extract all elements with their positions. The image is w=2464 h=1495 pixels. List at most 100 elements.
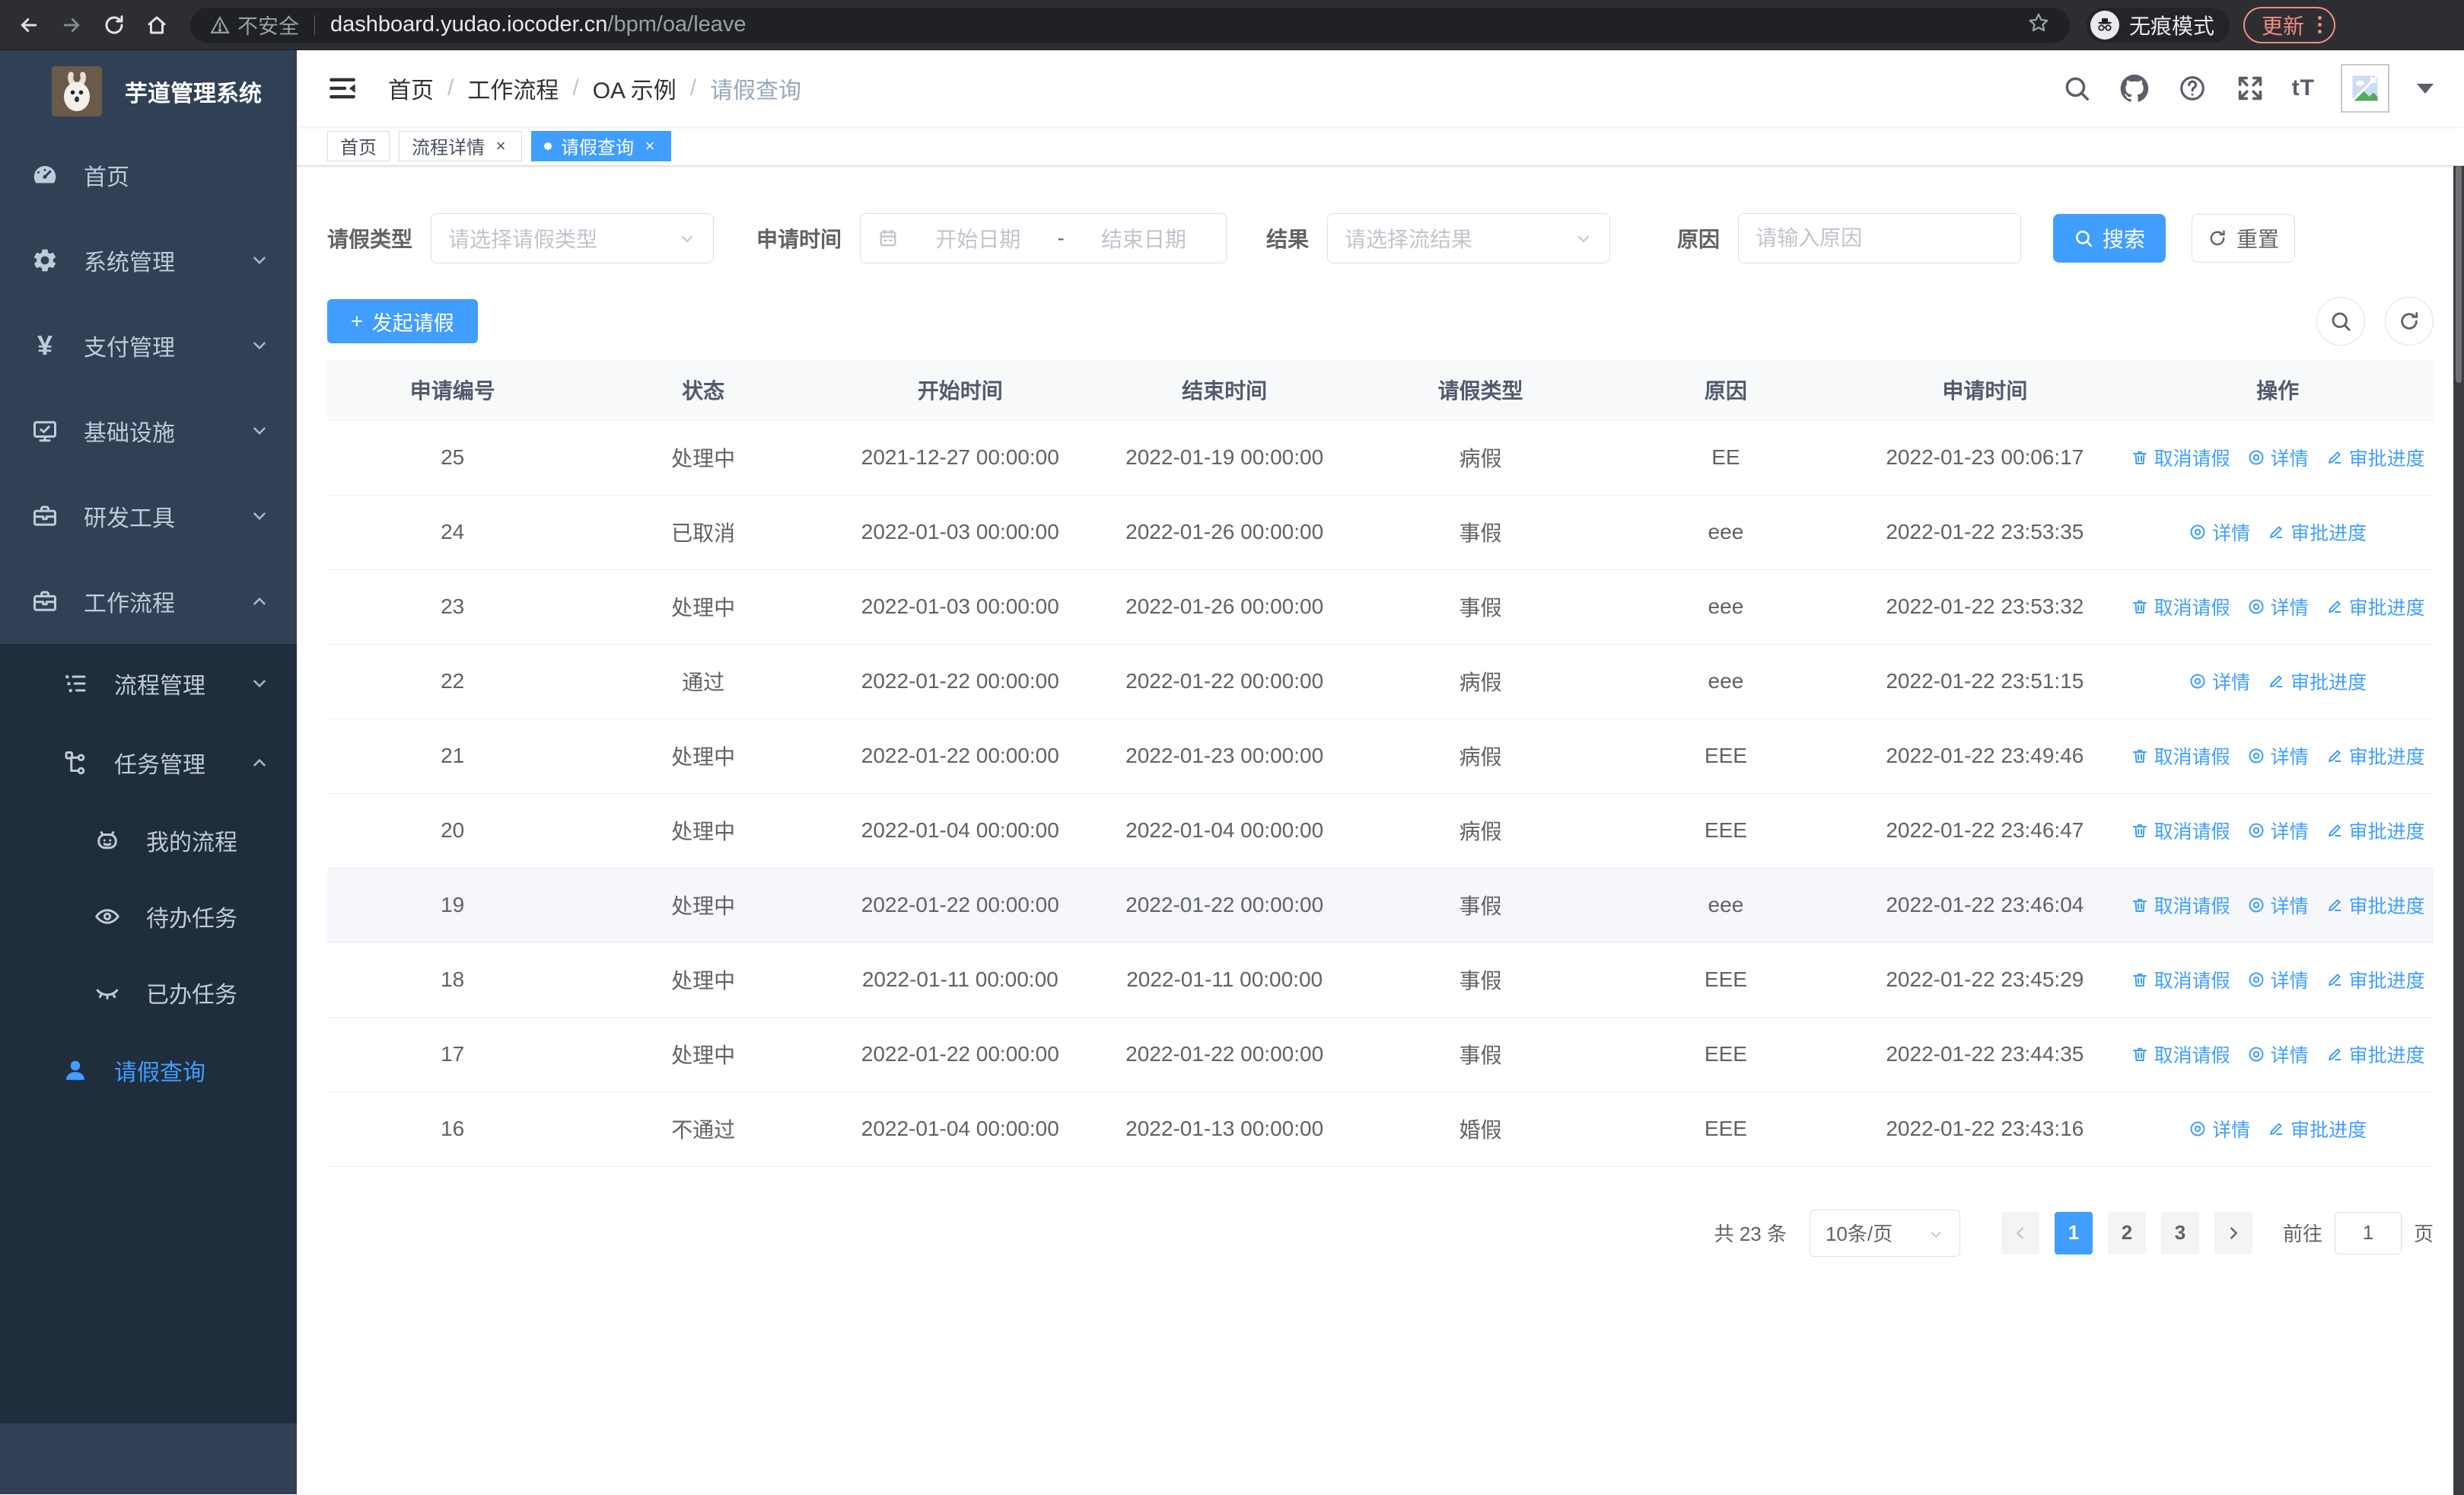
cancel-leave-link[interactable]: 取消请假 — [2131, 742, 2230, 770]
view-icon — [2190, 674, 2205, 689]
tab-process-detail[interactable]: 流程详情 × — [399, 130, 522, 161]
approval-progress-link[interactable]: 审批进度 — [2326, 593, 2425, 620]
sidebar-item-workflow[interactable]: 工作流程 — [0, 559, 297, 644]
back-icon[interactable] — [14, 10, 44, 40]
cell-id: 17 — [327, 1017, 578, 1092]
sidebar-item-label: 我的流程 — [146, 830, 237, 856]
approval-progress-label: 审批进度 — [2348, 448, 2425, 470]
detail-link[interactable]: 详情 — [2247, 891, 2309, 919]
breadcrumb-home[interactable]: 首页 — [388, 72, 434, 105]
page-button-1[interactable]: 1 — [2054, 1211, 2093, 1254]
not-secure-warning[interactable]: 不安全 — [210, 10, 299, 40]
tab-home[interactable]: 首页 — [327, 130, 390, 161]
detail-link[interactable]: 详情 — [2247, 966, 2309, 993]
toggle-search-button[interactable] — [2316, 297, 2365, 346]
leave-type-select[interactable]: 请选择请假类型 — [431, 213, 715, 263]
create-leave-button[interactable]: + 发起请假 — [327, 299, 478, 343]
sidebar-item-system[interactable]: 系统管理 — [0, 218, 297, 303]
search-icon[interactable] — [2061, 72, 2093, 104]
prev-page-button[interactable] — [2001, 1211, 2039, 1254]
sidebar-item-done-tasks[interactable]: 已办任务 — [0, 955, 297, 1031]
detail-link[interactable]: 详情 — [2189, 1115, 2250, 1143]
approval-progress-link[interactable]: 审批进度 — [2326, 891, 2425, 919]
bookmark-star-icon[interactable] — [2027, 11, 2050, 38]
detail-link[interactable]: 详情 — [2247, 1041, 2309, 1068]
sidebar-item-dev-tools[interactable]: 研发工具 — [0, 473, 297, 559]
page-button-2[interactable]: 2 — [2107, 1211, 2146, 1254]
breadcrumb-workflow[interactable]: 工作流程 — [467, 72, 559, 105]
page-button-3[interactable]: 3 — [2160, 1211, 2199, 1254]
sidebar-item-process-mgmt[interactable]: 流程管理 — [0, 644, 297, 723]
date-end-placeholder: 结束日期 — [1100, 228, 1186, 251]
apply-time-range-picker[interactable]: 开始日期 - 结束日期 — [860, 213, 1227, 263]
detail-label: 详情 — [2212, 523, 2251, 544]
leave-table: 申请编号 状态 开始时间 结束时间 请假类型 原因 申请时间 操作 25 处理中… — [327, 359, 2434, 1167]
browser-update-button[interactable]: 更新 — [2243, 6, 2336, 43]
monitor-icon — [30, 416, 59, 445]
tab-leave-query[interactable]: 请假查询 × — [531, 130, 671, 161]
cancel-leave-link[interactable]: 取消请假 — [2131, 891, 2230, 919]
detail-link[interactable]: 详情 — [2189, 518, 2250, 546]
cell-end-time: 2022-01-26 00:00:00 — [1091, 495, 1358, 570]
sidebar-item-my-process[interactable]: 我的流程 — [0, 802, 297, 878]
sidebar-item-infra[interactable]: 基础设施 — [0, 388, 297, 473]
detail-link[interactable]: 详情 — [2247, 593, 2309, 620]
font-size-icon[interactable]: tT — [2292, 75, 2315, 101]
approval-progress-label: 审批进度 — [2291, 523, 2367, 544]
page-size-select[interactable]: 10条/页 — [1809, 1209, 1960, 1257]
detail-link[interactable]: 详情 — [2247, 742, 2309, 770]
help-icon[interactable] — [2176, 72, 2208, 104]
sidebar-item-task-mgmt[interactable]: 任务管理 — [0, 723, 297, 802]
cell-end-time: 2022-01-26 00:00:00 — [1091, 569, 1358, 645]
avatar-caret-icon[interactable] — [2417, 83, 2434, 94]
pen-icon — [2328, 974, 2341, 986]
refresh-table-button[interactable] — [2385, 297, 2434, 346]
home-icon[interactable] — [142, 10, 172, 40]
reset-button[interactable]: 重置 — [2192, 214, 2296, 263]
approval-progress-link[interactable]: 审批进度 — [2326, 1041, 2425, 1068]
github-icon[interactable] — [2119, 72, 2150, 104]
cancel-leave-label: 取消请假 — [2154, 1045, 2230, 1066]
cancel-leave-link[interactable]: 取消请假 — [2131, 817, 2230, 844]
approval-progress-link[interactable]: 审批进度 — [2326, 966, 2425, 993]
approval-progress-link[interactable]: 审批进度 — [2267, 668, 2367, 695]
detail-link[interactable]: 详情 — [2247, 817, 2309, 844]
close-icon[interactable]: × — [492, 137, 509, 155]
detail-link[interactable]: 详情 — [2189, 668, 2250, 695]
cancel-leave-link[interactable]: 取消请假 — [2131, 966, 2230, 993]
page-unit-label: 页 — [2413, 1222, 2434, 1245]
cancel-leave-link[interactable]: 取消请假 — [2131, 444, 2230, 471]
sidebar-item-leave-query[interactable]: 请假查询 — [0, 1031, 297, 1110]
url-bar[interactable]: 不安全 dashboard.yudao.iocoder.cn/bpm/oa/le… — [190, 7, 2070, 43]
sidebar-item-home[interactable]: 首页 — [0, 132, 297, 218]
goto-page-input[interactable] — [2334, 1211, 2402, 1254]
close-icon[interactable]: × — [641, 137, 658, 155]
result-select[interactable]: 请选择流结果 — [1327, 213, 1611, 263]
cell-apply-time: 2022-01-22 23:51:15 — [1848, 644, 2122, 719]
next-page-button[interactable] — [2214, 1211, 2252, 1254]
pagination: 共 23 条 10条/页 1 2 3 前往 页 — [327, 1209, 2434, 1257]
approval-progress-link[interactable]: 审批进度 — [2326, 742, 2425, 770]
forward-icon[interactable] — [56, 10, 87, 40]
approval-progress-link[interactable]: 审批进度 — [2326, 817, 2425, 844]
window-scrollbar[interactable] — [2453, 51, 2464, 1495]
sidebar-item-todo-tasks[interactable]: 待办任务 — [0, 878, 297, 955]
cancel-leave-link[interactable]: 取消请假 — [2131, 593, 2230, 620]
cancel-leave-label: 取消请假 — [2154, 598, 2230, 619]
hamburger-icon[interactable] — [327, 72, 361, 105]
breadcrumb-oa-example[interactable]: OA 示例 — [593, 72, 676, 105]
avatar[interactable] — [2341, 64, 2389, 113]
cancel-leave-link[interactable]: 取消请假 — [2131, 1041, 2230, 1068]
detail-link[interactable]: 详情 — [2247, 444, 2309, 471]
fullscreen-icon[interactable] — [2234, 72, 2266, 104]
sidebar-item-payment[interactable]: ¥ 支付管理 — [0, 303, 297, 388]
table-row: 17 处理中 2022-01-22 00:00:00 2022-01-22 00… — [327, 1017, 2434, 1092]
approval-progress-link[interactable]: 审批进度 — [2326, 444, 2425, 471]
reason-input[interactable] — [1738, 213, 2022, 263]
search-button[interactable]: 搜索 — [2053, 214, 2166, 263]
sidebar-logo[interactable]: 芋道管理系统 — [0, 50, 297, 132]
approval-progress-link[interactable]: 审批进度 — [2267, 518, 2367, 546]
reload-icon[interactable] — [99, 10, 129, 40]
approval-progress-link[interactable]: 审批进度 — [2267, 1115, 2367, 1143]
browser-menu-icon[interactable] — [2318, 16, 2322, 33]
